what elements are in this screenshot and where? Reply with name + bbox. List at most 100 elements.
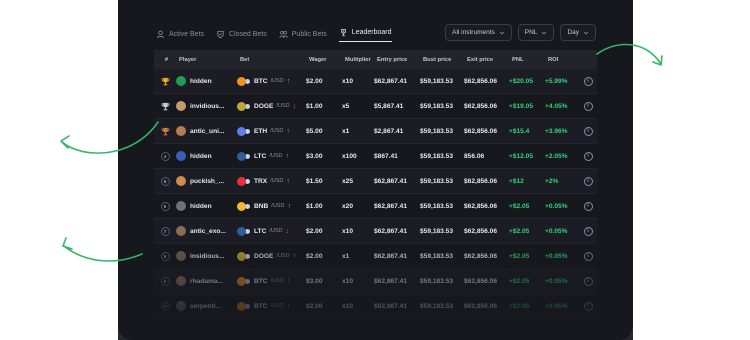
tab-closed-bets[interactable]: Closed Bets <box>216 27 267 41</box>
table-row[interactable]: 6 hidden BNB/USD ↑ $1.00 x20 $62,867.41 … <box>154 194 597 219</box>
metric-select-value: PNL <box>524 29 538 36</box>
pnl-cell: +$12 <box>509 177 524 185</box>
multiplier-cell: x5 <box>342 102 350 110</box>
period-select[interactable]: Day <box>560 24 596 41</box>
exit-price-cell: $62,856.06 <box>464 127 498 135</box>
trophy-icon <box>161 102 169 110</box>
player-cell[interactable]: hidden <box>176 151 237 161</box>
table-row[interactable]: 9 rhadama... BTC/USD ↑ $3.00 x10 $62,867… <box>154 269 597 294</box>
table-row[interactable]: 4 hidden LTC/USD ↑ $3.00 x100 $867.41 $5… <box>154 144 597 169</box>
coin-quote: /USD <box>269 153 283 159</box>
bust-price-cell: $59,183.53 <box>420 152 454 160</box>
coin-symbol: LTC <box>254 152 267 160</box>
rank-cell: 6 <box>154 201 176 211</box>
col-bet: Bet <box>240 56 250 63</box>
player-cell[interactable]: hidden <box>176 201 237 211</box>
roi-cell: +0.05% <box>545 227 568 235</box>
exit-price-cell: $62,856.06 <box>464 102 498 110</box>
info-cell: i <box>579 251 597 261</box>
player-cell[interactable]: antic_exo... <box>176 226 237 236</box>
coin-symbol: ETH <box>254 127 268 135</box>
metric-select[interactable]: PNL <box>517 24 555 41</box>
table-row[interactable]: 5 puckish_... TRX/USD ↑ $1.50 x25 $62,86… <box>154 169 597 194</box>
coin-quote: /USD <box>269 228 283 234</box>
info-icon[interactable]: i <box>583 101 593 111</box>
entry-price-cell: $62,867.41 <box>374 302 408 310</box>
exit-price-cell: 856.06 <box>464 152 485 160</box>
info-cell: i <box>579 126 597 136</box>
table-row[interactable]: 7 antic_exo... LTC/USD ↓ $2.00 x10 $62,8… <box>154 219 597 244</box>
info-icon[interactable]: i <box>583 201 593 211</box>
roi-cell: +0.05% <box>545 302 568 310</box>
info-icon[interactable]: i <box>583 226 593 236</box>
player-name: puckish_... <box>190 177 225 185</box>
tab-active-bets[interactable]: Active Bets <box>156 27 204 41</box>
exit-price-cell: $62,856.06 <box>464 252 498 260</box>
avatar <box>176 251 186 261</box>
info-icon[interactable]: i <box>583 251 593 261</box>
chevron-down-icon <box>499 31 504 34</box>
table-row[interactable]: hidden BTC/USD ↑ $2.00 x10 $62,867.41 $5… <box>154 69 597 94</box>
info-icon[interactable]: i <box>583 76 593 86</box>
table-row[interactable]: antic_uni... ETH/USD ↑ $5.00 x1 $2,867.4… <box>154 119 597 144</box>
player-name: rhadama... <box>190 277 223 285</box>
tab-label: Leaderboard <box>351 29 392 36</box>
bet-cell: TRX/USD ↑ <box>237 176 306 186</box>
tab-label: Active Bets <box>169 30 205 38</box>
chevron-down-icon <box>583 31 589 34</box>
info-icon[interactable]: i <box>583 276 593 286</box>
bet-cell: BTC/USD ↑ <box>237 276 306 286</box>
info-cell: i <box>579 201 597 211</box>
coin-symbol: BTC <box>254 277 268 285</box>
wager-cell: $3.00 <box>306 277 323 285</box>
arrow-up-icon: ↑ <box>287 202 291 210</box>
player-cell[interactable]: hidden <box>176 76 237 86</box>
filters-bar: All instruments PNL Day <box>445 24 596 41</box>
entry-price-cell: $62,867.41 <box>374 227 408 235</box>
avatar <box>176 151 186 161</box>
instruments-select[interactable]: All instruments <box>445 24 512 41</box>
shield-icon <box>216 30 225 39</box>
info-icon[interactable]: i <box>583 176 593 186</box>
coin-icon <box>237 101 246 111</box>
col-pnl: PNL <box>512 56 524 63</box>
multiplier-cell: x1 <box>342 127 350 135</box>
rank-badge: 6 <box>160 201 170 211</box>
table-row[interactable]: 10 serpenti... BTC/USD ↑ $2.00 x10 $62,8… <box>154 294 597 319</box>
pnl-cell: +$12.05 <box>509 152 534 160</box>
entry-price-cell: $62,867.41 <box>374 252 408 260</box>
entry-price-cell: $867.41 <box>374 152 398 160</box>
rank-badge: 9 <box>160 276 170 286</box>
table-row[interactable]: invidious... DOGE/USD ↓ $1.00 x5 $5,867.… <box>154 94 597 119</box>
player-cell[interactable]: rhadama... <box>176 276 237 286</box>
tab-public-bets[interactable]: Public Bets <box>279 27 327 41</box>
multiplier-cell: x25 <box>342 177 354 185</box>
player-cell[interactable]: serpenti... <box>176 301 237 311</box>
table-row[interactable]: 8 insidious... DOGE/USD ↑ $2.00 x1 $62,8… <box>154 244 597 269</box>
avatar <box>176 276 186 286</box>
pnl-cell: +$2.05 <box>509 202 530 210</box>
multiplier-cell: x10 <box>342 77 354 85</box>
wager-cell: $2.00 <box>306 77 323 85</box>
coin-icon <box>237 201 246 211</box>
rank-badge: 4 <box>160 151 170 161</box>
player-cell[interactable]: puckish_... <box>176 176 237 186</box>
player-cell[interactable]: invidious... <box>176 101 237 111</box>
info-cell: i <box>579 151 597 161</box>
avatar <box>176 101 186 111</box>
info-icon[interactable]: i <box>583 126 593 136</box>
arrow-up-icon: ↑ <box>292 252 297 260</box>
tab-leaderboard[interactable]: Leaderboard <box>338 26 392 42</box>
rank-cell: 10 <box>154 301 176 311</box>
pnl-cell: +$19.05 <box>509 102 534 110</box>
player-cell[interactable]: antic_uni... <box>176 126 237 136</box>
rank-cell: 8 <box>154 251 176 261</box>
info-icon[interactable]: i <box>583 151 593 161</box>
player-name: hidden <box>190 202 212 210</box>
multiplier-cell: x10 <box>342 227 354 235</box>
coin-symbol: DOGE <box>254 252 274 260</box>
player-cell[interactable]: insidious... <box>176 251 237 261</box>
tab-label: Public Bets <box>291 30 327 38</box>
info-icon[interactable]: i <box>583 301 593 311</box>
coin-symbol: TRX <box>254 177 268 185</box>
